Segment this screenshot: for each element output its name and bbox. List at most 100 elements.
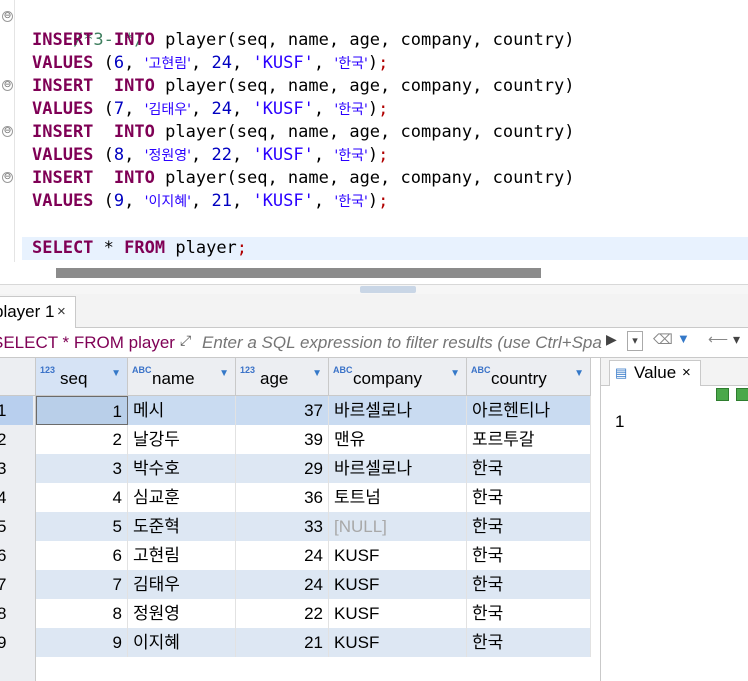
cell-company[interactable]: 토트넘 — [329, 483, 467, 512]
cell-age[interactable]: 24 — [236, 541, 329, 570]
cell-age[interactable]: 24 — [236, 570, 329, 599]
column-header-name[interactable]: ABC name ▼ — [128, 358, 236, 396]
funnel-icon[interactable]: ▼ — [677, 331, 690, 346]
table-row[interactable]: 6 고현림 24 KUSF 한국 — [36, 541, 591, 570]
cell-name[interactable]: 김태우 — [128, 570, 236, 599]
cell-company[interactable]: 바르셀로나 — [329, 454, 467, 483]
code-line-comment[interactable]: /*3-1*/ — [32, 6, 145, 50]
cell-company[interactable]: KUSF — [329, 541, 467, 570]
filter-input[interactable] — [202, 331, 602, 355]
query-label[interactable]: SELECT * FROM player — [0, 333, 175, 353]
cell-name[interactable]: 정원영 — [128, 599, 236, 628]
editor-horizontal-scrollbar[interactable] — [0, 262, 748, 284]
cell-company[interactable]: KUSF — [329, 599, 467, 628]
cell-company[interactable]: 바르셀로나 — [329, 396, 467, 425]
cell-seq[interactable]: 5 — [36, 512, 128, 541]
row-number[interactable]: 5 — [0, 512, 33, 541]
selected-cell-value[interactable]: 1 — [615, 412, 624, 432]
row-number[interactable]: 7 — [0, 570, 33, 599]
close-icon[interactable]: × — [57, 297, 66, 327]
table-row[interactable]: 9 이지혜 21 KUSF 한국 — [36, 628, 591, 657]
cell-name[interactable]: 심교훈 — [128, 483, 236, 512]
cell-country[interactable]: 한국 — [467, 541, 591, 570]
table-row[interactable]: 4 심교훈 36 토트넘 한국 — [36, 483, 591, 512]
row-number[interactable]: 8 — [0, 599, 33, 628]
cell-country[interactable]: 아르헨티나 — [467, 396, 591, 425]
table-row[interactable]: 5 도준혁 33 [NULL] 한국 — [36, 512, 591, 541]
cell-seq[interactable]: 7 — [36, 570, 128, 599]
fold-toggle-icon[interactable]: ⊖ — [2, 11, 13, 22]
cell-age[interactable]: 39 — [236, 425, 329, 454]
column-header-company[interactable]: ABC company ▼ — [329, 358, 467, 396]
fold-toggle-icon[interactable]: ⊖ — [2, 80, 13, 91]
cell-country[interactable]: 포르투갈 — [467, 425, 591, 454]
cell-country[interactable]: 한국 — [467, 570, 591, 599]
cell-age[interactable]: 29 — [236, 454, 329, 483]
code-line-values-2[interactable]: VALUES (7, '김태우', 24, 'KUSF', '한국'); — [32, 98, 388, 121]
result-grid[interactable]: 123 seq ▼ ABC name ▼ 123 age ▼ ABC compa… — [0, 358, 600, 681]
sql-editor[interactable]: ⊖ /*3-1*/ INSERT INTO player(seq, name, … — [0, 0, 748, 262]
grid-corner[interactable] — [0, 358, 36, 396]
cell-name[interactable]: 이지혜 — [128, 628, 236, 657]
table-row[interactable]: 7 김태우 24 KUSF 한국 — [36, 570, 591, 599]
expand-icon[interactable]: ⤢ — [180, 332, 191, 349]
column-header-country[interactable]: ABC country ▼ — [467, 358, 591, 396]
tab-value[interactable]: ▤ Value × — [609, 360, 701, 386]
table-row[interactable]: 8 정원영 22 KUSF 한국 — [36, 599, 591, 628]
back-arrow-icon[interactable]: ⟵ — [708, 331, 728, 348]
code-line-insert-1[interactable]: INSERT INTO player(seq, name, age, compa… — [32, 29, 575, 52]
cell-seq[interactable]: 1 — [36, 396, 128, 425]
row-number[interactable]: 9 — [0, 628, 33, 657]
scrollbar-thumb[interactable] — [56, 268, 541, 278]
cell-seq[interactable]: 8 — [36, 599, 128, 628]
fold-toggle-icon[interactable]: ⊖ — [2, 126, 13, 137]
row-number[interactable]: 4 — [0, 483, 33, 512]
cell-seq[interactable]: 3 — [36, 454, 128, 483]
cell-age[interactable]: 21 — [236, 628, 329, 657]
sort-icon[interactable]: ▼ — [312, 368, 322, 379]
code-line-insert-4[interactable]: INSERT INTO player(seq, name, age, compa… — [32, 167, 575, 190]
cell-country[interactable]: 한국 — [467, 628, 591, 657]
save-icon[interactable] — [716, 388, 729, 401]
code-line-select[interactable]: SELECT * FROM player; — [22, 237, 748, 260]
cell-name[interactable]: 도준혁 — [128, 512, 236, 541]
eraser-icon[interactable]: ⌫ — [653, 331, 673, 348]
table-row[interactable]: 2 날강두 39 맨유 포르투갈 — [36, 425, 591, 454]
cell-seq[interactable]: 4 — [36, 483, 128, 512]
cell-age[interactable]: 33 — [236, 512, 329, 541]
apply-filter-icon[interactable]: ▶ — [606, 331, 617, 348]
cell-age[interactable]: 22 — [236, 599, 329, 628]
cell-seq[interactable]: 9 — [36, 628, 128, 657]
cell-country[interactable]: 한국 — [467, 483, 591, 512]
panel-splitter[interactable] — [0, 284, 748, 294]
sort-icon[interactable]: ▼ — [111, 368, 121, 379]
cell-country[interactable]: 한국 — [467, 599, 591, 628]
row-number[interactable]: 3 — [0, 454, 33, 483]
cell-country[interactable]: 한국 — [467, 454, 591, 483]
code-line-values-1[interactable]: VALUES (6, '고현림', 24, 'KUSF', '한국'); — [32, 52, 388, 75]
cell-company[interactable]: 맨유 — [329, 425, 467, 454]
sort-icon[interactable]: ▼ — [450, 368, 460, 379]
code-line-insert-3[interactable]: INSERT INTO player(seq, name, age, compa… — [32, 121, 575, 144]
code-line-values-3[interactable]: VALUES (8, '정원영', 22, 'KUSF', '한국'); — [32, 144, 388, 167]
table-row[interactable]: 3 박수호 29 바르셀로나 한국 — [36, 454, 591, 483]
filter-history-icon[interactable]: ▾ — [627, 331, 643, 351]
cell-seq[interactable]: 2 — [36, 425, 128, 454]
tab-player-1[interactable]: player 1 × — [0, 296, 76, 328]
cell-age[interactable]: 37 — [236, 396, 329, 425]
cell-country[interactable]: 한국 — [467, 512, 591, 541]
cell-name[interactable]: 메시 — [128, 396, 236, 425]
cell-name[interactable]: 박수호 — [128, 454, 236, 483]
dropdown-icon[interactable]: ▾ — [733, 331, 740, 348]
cell-seq[interactable]: 6 — [36, 541, 128, 570]
cell-name[interactable]: 날강두 — [128, 425, 236, 454]
fold-toggle-icon[interactable]: ⊖ — [2, 172, 13, 183]
row-number[interactable]: 1 — [0, 396, 33, 425]
splitter-handle[interactable] — [360, 286, 416, 293]
row-number[interactable]: 2 — [0, 425, 33, 454]
cell-age[interactable]: 36 — [236, 483, 329, 512]
sort-icon[interactable]: ▼ — [574, 368, 584, 379]
cell-name[interactable]: 고현림 — [128, 541, 236, 570]
cell-company[interactable]: KUSF — [329, 570, 467, 599]
row-number[interactable]: 6 — [0, 541, 33, 570]
